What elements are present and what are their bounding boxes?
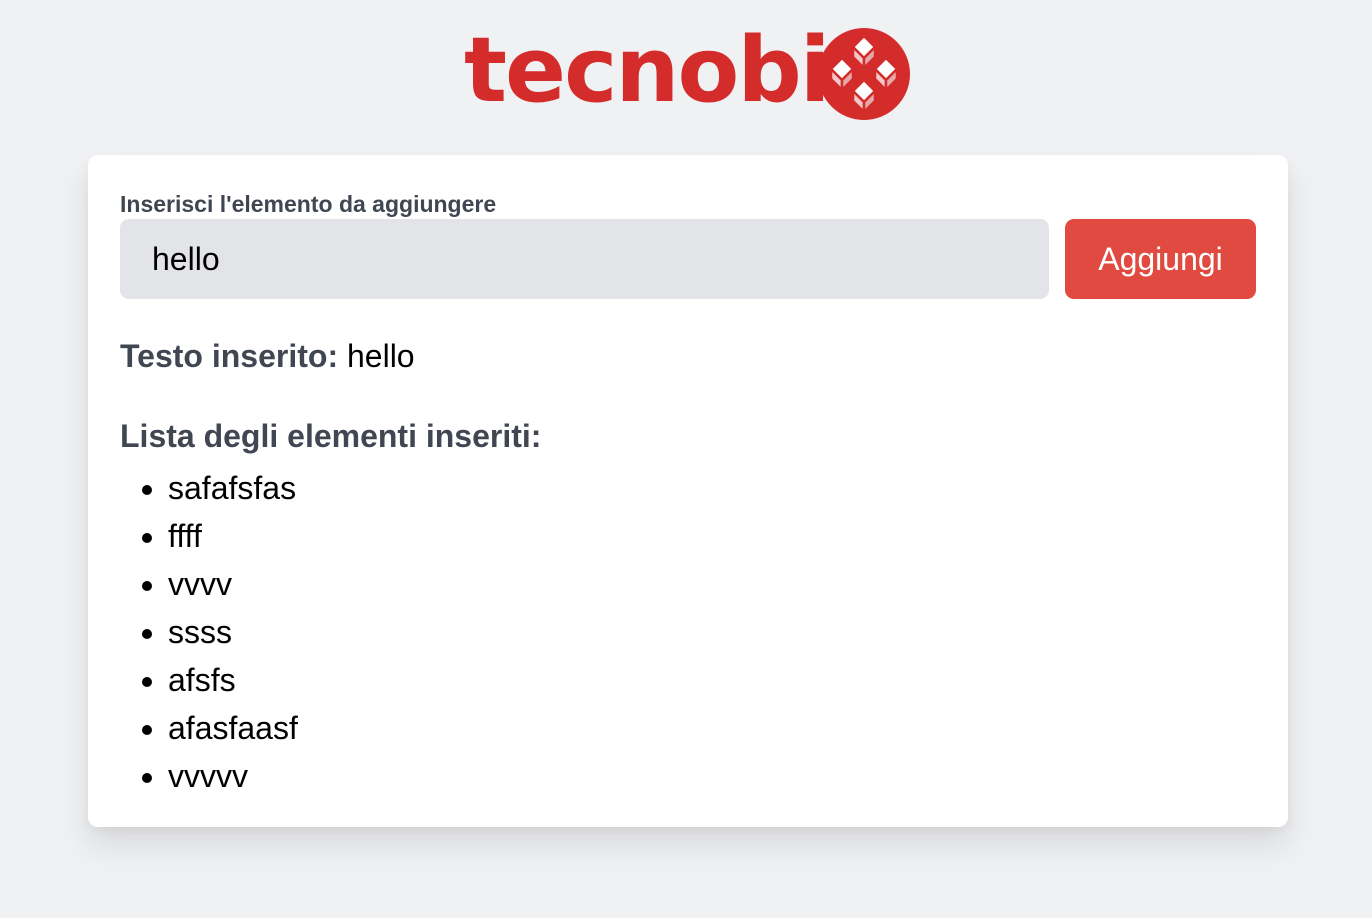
- list-title: Lista degli elementi inseriti:: [120, 418, 542, 454]
- list-item: vvvv: [168, 560, 298, 608]
- add-button[interactable]: Aggiungi: [1065, 219, 1256, 299]
- echo-line: Testo inserito: hello: [120, 336, 415, 376]
- brand-wordmark: tecnobit: [464, 18, 872, 123]
- main-card: Inserisci l'elemento da aggiungere Aggiu…: [88, 155, 1288, 827]
- list-item: vvvvv: [168, 752, 298, 800]
- echo-label: Testo inserito:: [120, 338, 339, 374]
- brand-logo: tecnobit: [464, 22, 914, 124]
- tecnobit-cube-logo-icon: [818, 28, 910, 120]
- list-item: safafsfas: [168, 464, 298, 512]
- item-input[interactable]: [120, 219, 1049, 299]
- items-list: safafsfas ffff vvvv ssss afsfs afasfaasf…: [120, 464, 298, 800]
- list-item: ffff: [168, 512, 298, 560]
- list-item: ssss: [168, 608, 298, 656]
- input-label: Inserisci l'elemento da aggiungere: [120, 191, 497, 217]
- list-item: afsfs: [168, 656, 298, 704]
- echo-value: hello: [346, 338, 415, 374]
- list-item: afasfaasf: [168, 704, 298, 752]
